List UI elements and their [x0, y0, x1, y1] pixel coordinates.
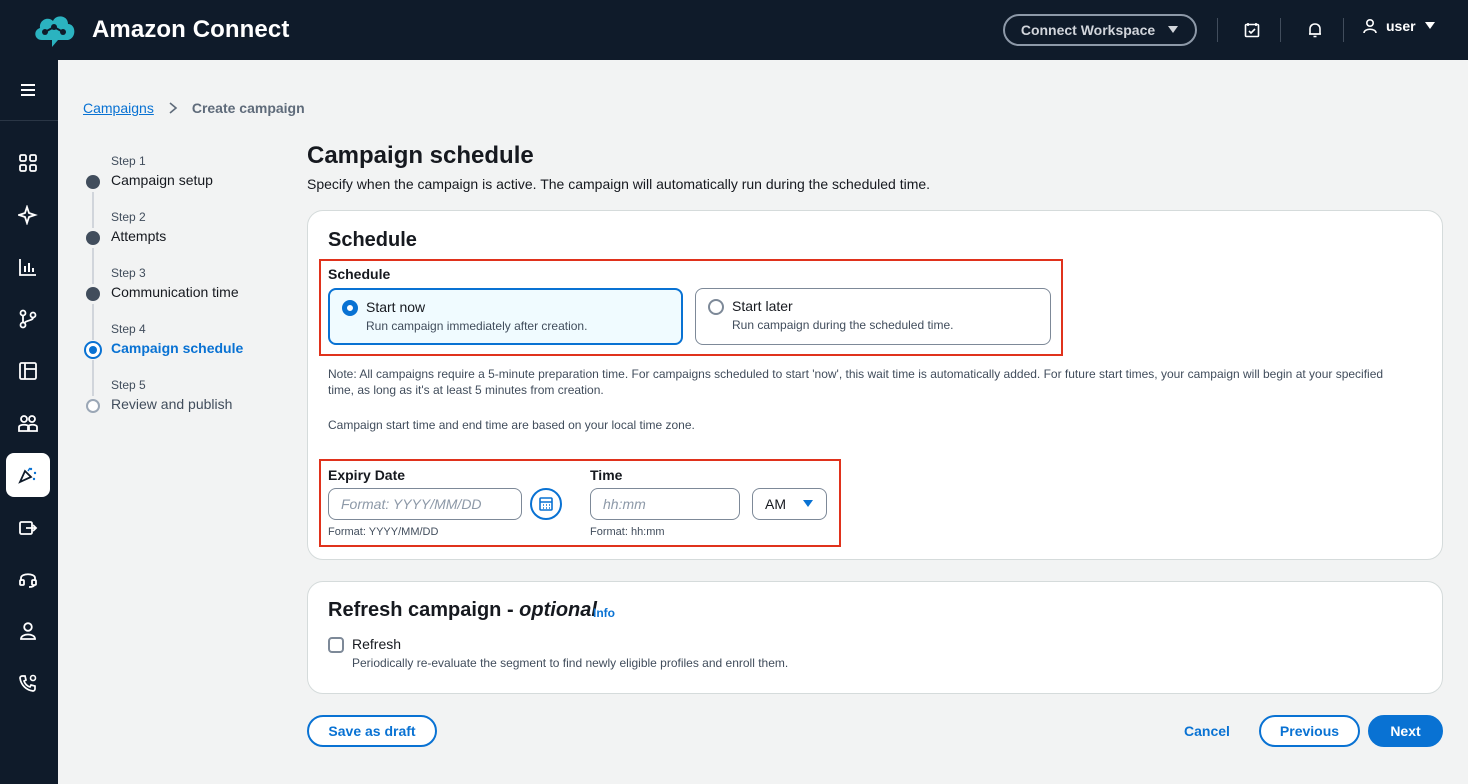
- headset-icon[interactable]: [6, 557, 50, 601]
- step-label: Communication time: [111, 284, 239, 300]
- page-title: Campaign schedule: [307, 142, 534, 169]
- step-number: Step 4: [111, 322, 146, 336]
- step-pending-indicator-icon: [86, 399, 100, 413]
- breadcrumb-current: Create campaign: [191, 100, 305, 116]
- radio-unselected-icon: [708, 299, 724, 315]
- radio-start-later[interactable]: Start later Run campaign during the sche…: [695, 288, 1051, 345]
- amazon-connect-logo-icon: [35, 16, 75, 47]
- save-as-draft-button[interactable]: Save as draft: [307, 715, 437, 747]
- breadcrumb: Campaigns Create campaign: [83, 100, 305, 116]
- user-profile-icon[interactable]: [6, 609, 50, 653]
- caret-down-icon: [803, 500, 813, 507]
- divider: [1343, 18, 1344, 42]
- am-pm-value: AM: [765, 496, 786, 512]
- dashboard-grid-icon[interactable]: [6, 141, 50, 185]
- phone-settings-icon[interactable]: [6, 661, 50, 705]
- connect-workspace-button[interactable]: Connect Workspace: [1003, 14, 1197, 46]
- breadcrumb-campaigns-link[interactable]: Campaigns: [83, 100, 154, 116]
- refresh-checkbox-description: Periodically re-evaluate the segment to …: [352, 656, 789, 670]
- wizard-step-3[interactable]: Step 3 Communication time: [83, 264, 283, 340]
- expiry-date-hint: Format: YYYY/MM/DD: [328, 526, 439, 538]
- routing-flow-icon[interactable]: [6, 297, 50, 341]
- wizard-step-5[interactable]: Step 5 Review and publish: [83, 376, 283, 432]
- divider: [0, 120, 58, 121]
- optional-label: optional: [519, 599, 597, 621]
- sparkle-ai-icon[interactable]: [6, 193, 50, 237]
- time-label: Time: [590, 467, 623, 483]
- next-button[interactable]: Next: [1368, 715, 1443, 747]
- refresh-checkbox[interactable]: [328, 637, 344, 653]
- workspace-label: Connect Workspace: [1020, 22, 1156, 38]
- users-group-icon[interactable]: [6, 401, 50, 445]
- schedule-card: Schedule Schedule Start now Run campaign…: [307, 210, 1443, 560]
- wizard-step-2[interactable]: Step 2 Attempts: [83, 208, 283, 284]
- step-number: Step 2: [111, 210, 146, 224]
- analytics-chart-icon[interactable]: [6, 245, 50, 289]
- step-number: Step 1: [111, 154, 146, 168]
- menu-hamburger-icon[interactable]: [6, 68, 50, 112]
- refresh-campaign-card: Refresh campaign - optional Info Refresh…: [307, 581, 1443, 694]
- step-number: Step 5: [111, 378, 146, 392]
- refresh-checkbox-label[interactable]: Refresh: [352, 636, 401, 652]
- time-hint: Format: hh:mm: [590, 526, 665, 538]
- timezone-note: Campaign start time and end time are bas…: [328, 418, 695, 432]
- step-complete-indicator-icon: [86, 231, 100, 245]
- time-input[interactable]: hh:mm: [590, 488, 740, 520]
- radio-description: Run campaign immediately after creation.: [366, 319, 588, 333]
- calendar-icon[interactable]: [530, 488, 562, 520]
- top-navigation-bar: Amazon Connect Connect Workspace user: [0, 0, 1468, 60]
- step-number: Step 3: [111, 266, 146, 280]
- queue-transfer-icon[interactable]: [6, 505, 50, 549]
- chevron-right-icon: [169, 102, 178, 114]
- expiry-date-label: Expiry Date: [328, 467, 406, 483]
- caret-down-icon: [1168, 26, 1179, 33]
- radio-start-now[interactable]: Start now Run campaign immediately after…: [328, 288, 683, 345]
- wizard-step-4[interactable]: Step 4 Campaign schedule: [83, 320, 283, 396]
- user-icon: [1363, 18, 1377, 34]
- expiry-date-input[interactable]: Format: YYYY/MM/DD: [328, 488, 522, 520]
- previous-button[interactable]: Previous: [1259, 715, 1360, 747]
- am-pm-select[interactable]: AM: [752, 488, 827, 520]
- calendar-check-icon[interactable]: [1240, 18, 1264, 42]
- schedule-card-title: Schedule: [328, 229, 417, 251]
- notifications-bell-icon[interactable]: [1303, 18, 1327, 42]
- step-label: Review and publish: [111, 396, 233, 412]
- radio-title: Start now: [366, 299, 426, 315]
- user-name: user: [1386, 18, 1416, 34]
- cancel-button[interactable]: Cancel: [1174, 715, 1240, 747]
- caret-down-icon: [1424, 22, 1435, 29]
- radio-title: Start later: [732, 298, 793, 314]
- wizard-step-1[interactable]: Step 1 Campaign setup: [83, 152, 283, 228]
- step-complete-indicator-icon: [86, 175, 100, 189]
- radio-selected-icon: [342, 300, 358, 316]
- step-label: Attempts: [111, 228, 167, 244]
- campaigns-megaphone-icon[interactable]: [6, 453, 50, 497]
- preparation-note: Note: All campaigns require a 5-minute p…: [328, 367, 1384, 397]
- refresh-card-title: Refresh campaign - optional: [328, 599, 597, 622]
- wizard-steps: Step 1 Campaign setup Step 2 Attempts St…: [83, 152, 283, 432]
- app-logo[interactable]: Amazon Connect: [30, 10, 289, 50]
- divider: [1280, 18, 1281, 42]
- schedule-field-label: Schedule: [328, 266, 391, 282]
- app-title: Amazon Connect: [92, 16, 290, 43]
- user-menu[interactable]: user: [1362, 18, 1436, 34]
- page-description: Specify when the campaign is active. The…: [307, 176, 931, 192]
- step-label: Campaign schedule: [111, 340, 244, 356]
- step-complete-indicator-icon: [86, 287, 100, 301]
- refresh-title-text: Refresh campaign -: [328, 599, 520, 621]
- radio-description: Run campaign during the scheduled time.: [732, 318, 954, 332]
- side-navigation-rail: [0, 60, 58, 784]
- divider: [1217, 18, 1218, 42]
- layout-panel-icon[interactable]: [6, 349, 50, 393]
- info-link[interactable]: Info: [593, 606, 615, 620]
- step-current-indicator-icon: [84, 341, 102, 359]
- step-label: Campaign setup: [111, 172, 213, 188]
